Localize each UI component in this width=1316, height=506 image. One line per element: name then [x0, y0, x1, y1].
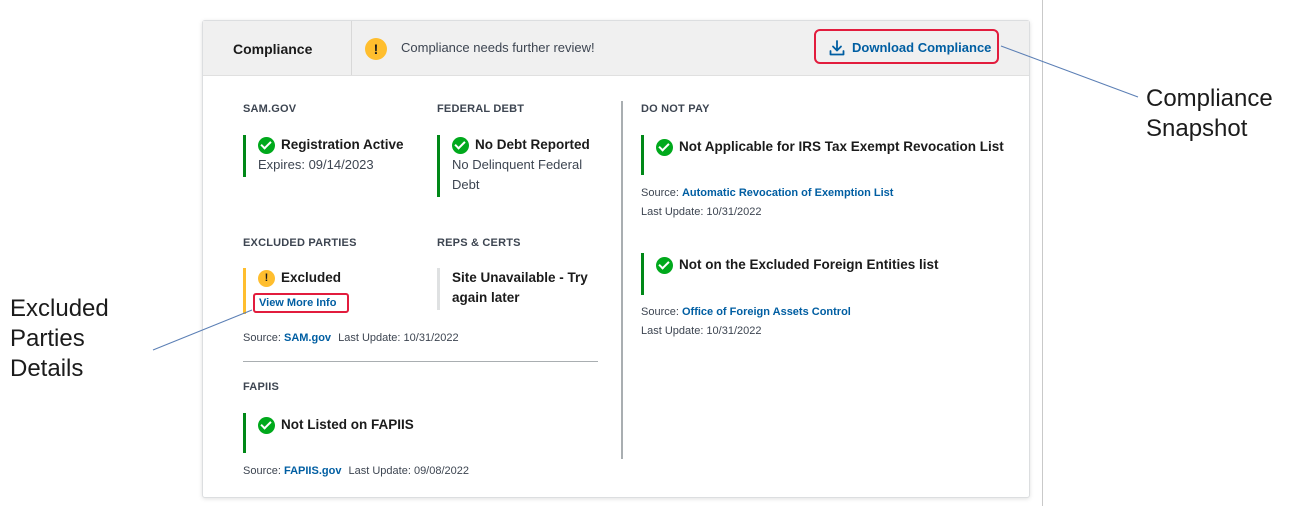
snapshot-annotation-line-2: Snapshot: [1146, 115, 1248, 142]
snapshot-annotation-line-1: Compliance: [1146, 85, 1273, 112]
excluded-annotation: Excluded Parties Details: [10, 294, 109, 384]
excluded-annotation-line-3: Details: [10, 355, 84, 382]
excluded-annotation-line-1: Excluded: [10, 295, 109, 322]
callout-lines: [152, 45, 1139, 351]
excluded-annotation-line-2: Parties: [10, 325, 85, 352]
snapshot-callout-line: [1000, 45, 1139, 98]
snapshot-annotation: Compliance Snapshot: [1146, 84, 1273, 144]
excluded-callout-line: [152, 309, 253, 351]
